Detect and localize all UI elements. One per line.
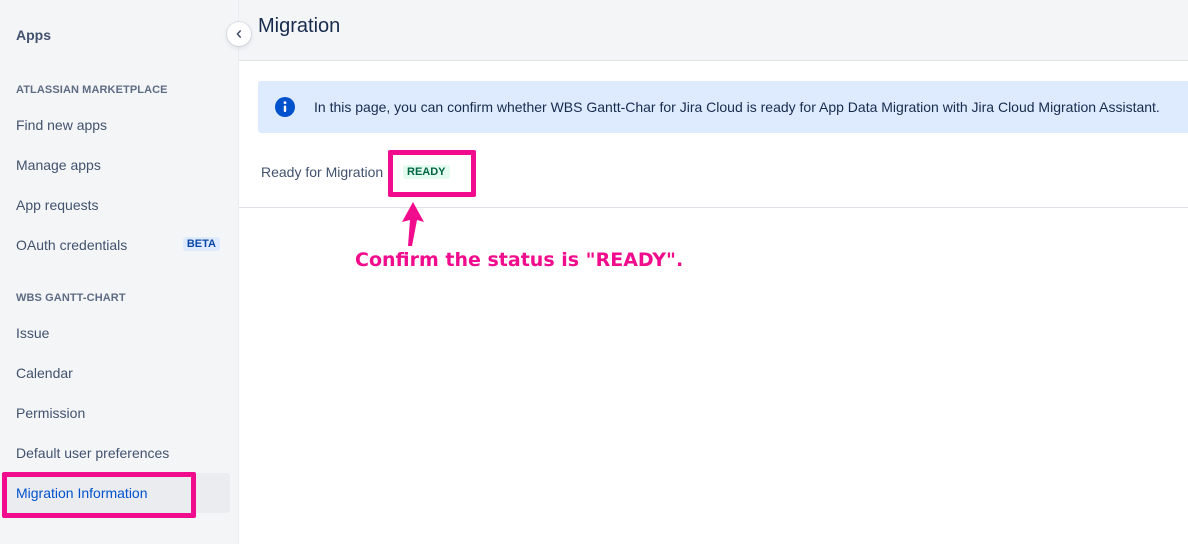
page-title: Migration bbox=[258, 15, 341, 37]
sidebar-item-issue[interactable]: Issue bbox=[4, 313, 230, 353]
sidebar-item-migration-information[interactable]: Migration Information bbox=[4, 473, 230, 513]
status-badge: READY bbox=[403, 165, 450, 179]
section-header-atlassian-marketplace: ATLASSIAN MARKETPLACE bbox=[16, 84, 168, 96]
sidebar-item-label: Manage apps bbox=[16, 157, 101, 173]
sidebar-item-label: Permission bbox=[16, 405, 86, 421]
info-message: In this page, you can confirm whether WB… bbox=[314, 99, 1160, 115]
sidebar-item-label: OAuth credentials bbox=[16, 237, 128, 253]
sidebar-item-label: App requests bbox=[16, 197, 99, 213]
info-panel: In this page, you can confirm whether WB… bbox=[258, 81, 1188, 133]
sidebar-item-label: Default user preferences bbox=[16, 445, 170, 461]
sidebar-item-permission[interactable]: Permission bbox=[4, 393, 230, 433]
section-header-wbs-gantt-chart: WBS GANTT-CHART bbox=[16, 292, 126, 304]
sidebar-item-label: Issue bbox=[16, 325, 50, 341]
annotation-callout: Confirm the status is "READY". bbox=[355, 249, 684, 271]
app-window: Apps ATLASSIAN MARKETPLACE Find new apps… bbox=[0, 0, 1188, 544]
sidebar-item-oauth-credentials[interactable]: OAuth credentials BETA bbox=[4, 225, 230, 265]
sidebar-item-label: Migration Information bbox=[16, 485, 148, 501]
divider bbox=[239, 207, 1188, 208]
sidebar-item-manage-apps[interactable]: Manage apps bbox=[4, 145, 230, 185]
sidebar-item-find-new-apps[interactable]: Find new apps bbox=[4, 105, 230, 145]
sidebar-item-label: Find new apps bbox=[16, 117, 108, 133]
sidebar-collapse-button[interactable] bbox=[227, 22, 251, 46]
chevron-left-icon bbox=[236, 30, 241, 38]
sidebar-title: Apps bbox=[16, 27, 51, 43]
callout-arrow bbox=[402, 202, 424, 246]
info-icon bbox=[275, 97, 295, 117]
sidebar-item-default-user-preferences[interactable]: Default user preferences bbox=[4, 433, 230, 473]
sidebar-item-calendar[interactable]: Calendar bbox=[4, 353, 230, 393]
sidebar: Apps ATLASSIAN MARKETPLACE Find new apps… bbox=[0, 0, 239, 544]
migration-status-label: Ready for Migration bbox=[261, 164, 384, 180]
beta-badge: BETA bbox=[182, 237, 220, 251]
sidebar-item-app-requests[interactable]: App requests bbox=[4, 185, 230, 225]
main-content: Migration In this page, you can confirm … bbox=[239, 0, 1188, 544]
page-header: Migration bbox=[239, 0, 1188, 61]
sidebar-item-label: Calendar bbox=[16, 365, 73, 381]
